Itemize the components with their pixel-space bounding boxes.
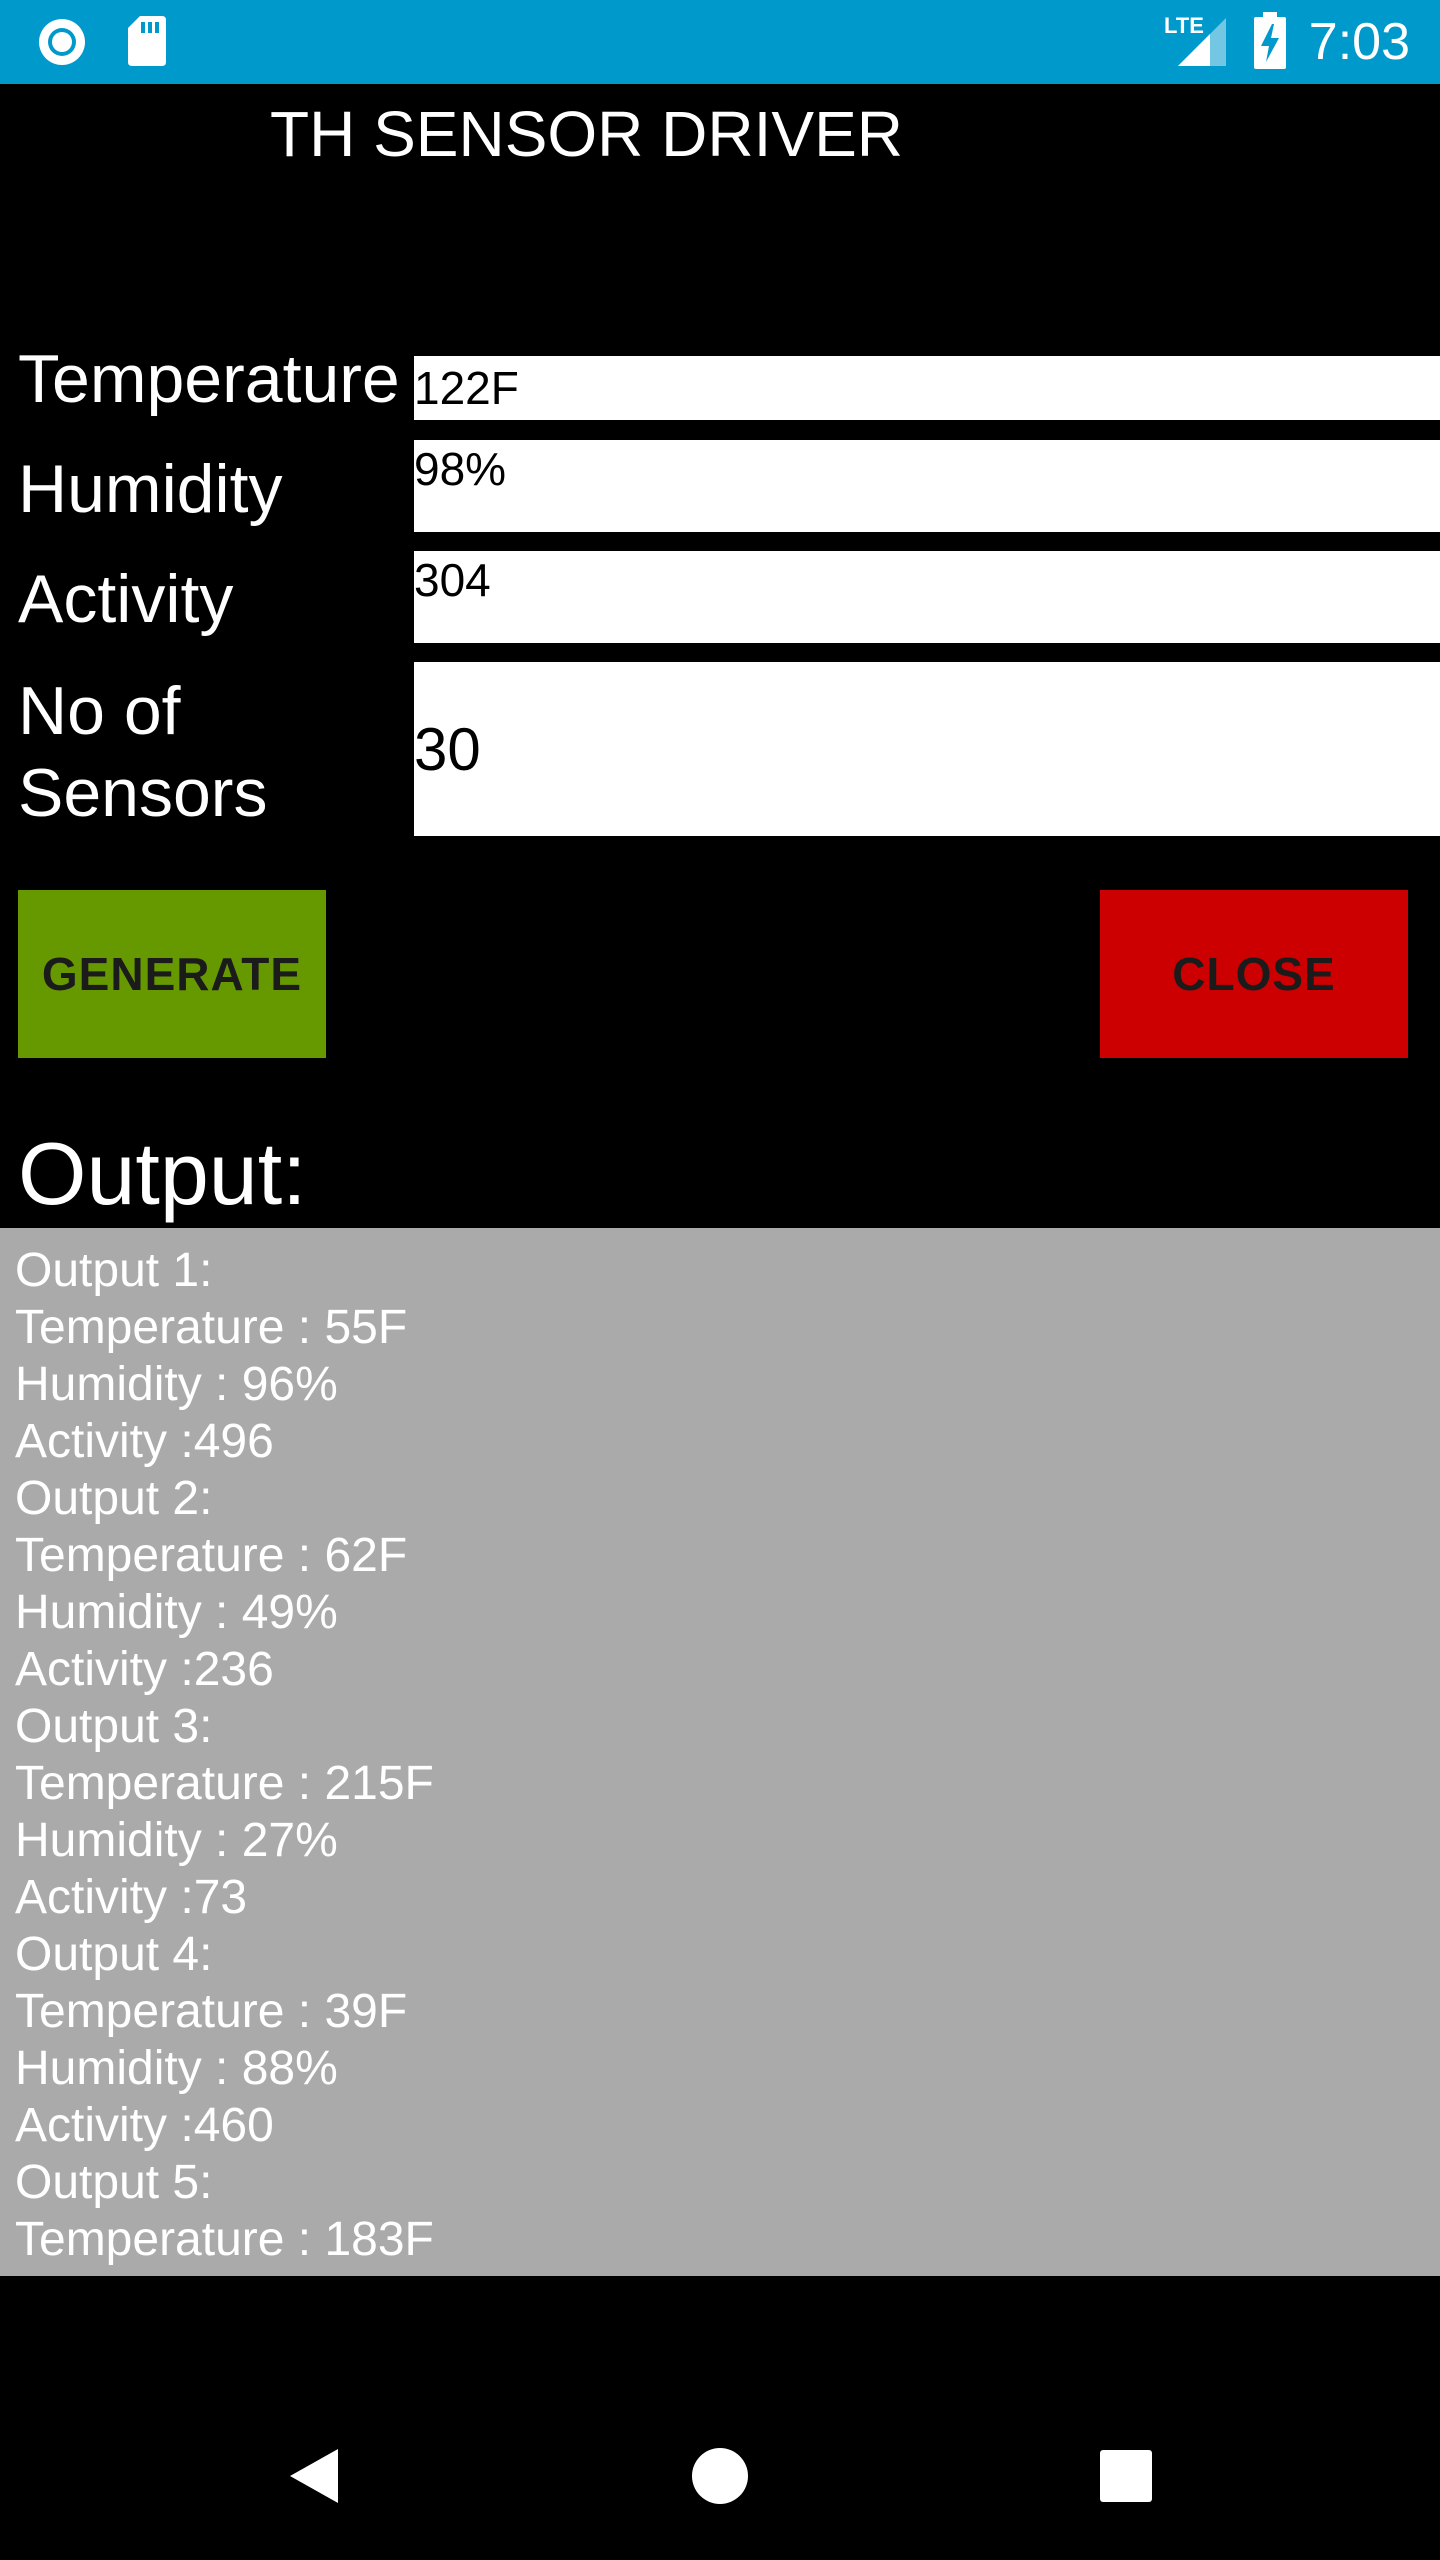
activity-label: Activity <box>18 561 234 637</box>
output-line: Humidity : 96% <box>15 1358 338 1411</box>
output-line: Temperature : 215F <box>15 1757 434 1810</box>
output-heading: Output: <box>18 1124 307 1223</box>
humidity-label: Humidity <box>18 451 283 527</box>
output-line: Output 5: <box>15 2156 213 2209</box>
recents-icon <box>1100 2450 1152 2502</box>
output-line: Humidity : 88% <box>15 2042 338 2095</box>
output-line: Output 2: <box>15 1472 213 1525</box>
output-line: Output 4: <box>15 1928 213 1981</box>
output-line: Humidity : 27% <box>15 1814 338 1867</box>
output-line: Activity :73 <box>15 1871 248 1924</box>
generate-button[interactable]: GENERATE <box>18 890 326 1058</box>
humidity-input[interactable] <box>414 440 1440 532</box>
navigation-bar <box>0 2392 1440 2560</box>
output-line: Activity :236 <box>15 1643 274 1696</box>
output-line: Temperature : 55F <box>15 1301 408 1354</box>
sd-card-icon <box>128 16 166 66</box>
output-line: Temperature : 39F <box>15 1985 408 2038</box>
activity-input[interactable] <box>414 551 1440 643</box>
output-lines: Output 1: Temperature : 55F Humidity : 9… <box>15 1242 434 2268</box>
output-line: Temperature : 183F <box>15 2213 434 2266</box>
lte-signal-icon <box>1178 18 1226 66</box>
temperature-input[interactable] <box>414 356 1440 420</box>
back-button[interactable] <box>214 2392 414 2560</box>
temperature-label: Temperature <box>18 341 400 417</box>
back-icon <box>290 2449 338 2503</box>
screen: LTE 7:03 TH SENSOR DRIVER Temperature Hu… <box>0 0 1440 2560</box>
sync-icon <box>39 19 85 65</box>
sensors-label-line2: Sensors <box>18 755 268 831</box>
sensors-label-line1: No of <box>18 673 181 749</box>
status-time: 7:03 <box>1308 13 1410 71</box>
home-button[interactable] <box>620 2392 820 2560</box>
output-line: Activity :496 <box>15 1415 274 1468</box>
sensors-count-input[interactable] <box>414 662 1440 836</box>
recents-button[interactable] <box>1026 2392 1226 2560</box>
output-line: Activity :460 <box>15 2099 274 2152</box>
app-title: TH SENSOR DRIVER <box>270 98 903 170</box>
status-bar: LTE 7:03 <box>0 0 1440 84</box>
output-line: Output 1: <box>15 1244 213 1297</box>
battery-charging-icon <box>1254 12 1286 69</box>
output-line: Humidity : 49% <box>15 1586 338 1639</box>
output-panel[interactable]: Output 1: Temperature : 55F Humidity : 9… <box>0 1228 1440 2276</box>
home-icon <box>692 2448 748 2504</box>
close-button[interactable]: CLOSE <box>1100 890 1408 1058</box>
output-line: Temperature : 62F <box>15 1529 408 1582</box>
output-line: Output 3: <box>15 1700 213 1753</box>
